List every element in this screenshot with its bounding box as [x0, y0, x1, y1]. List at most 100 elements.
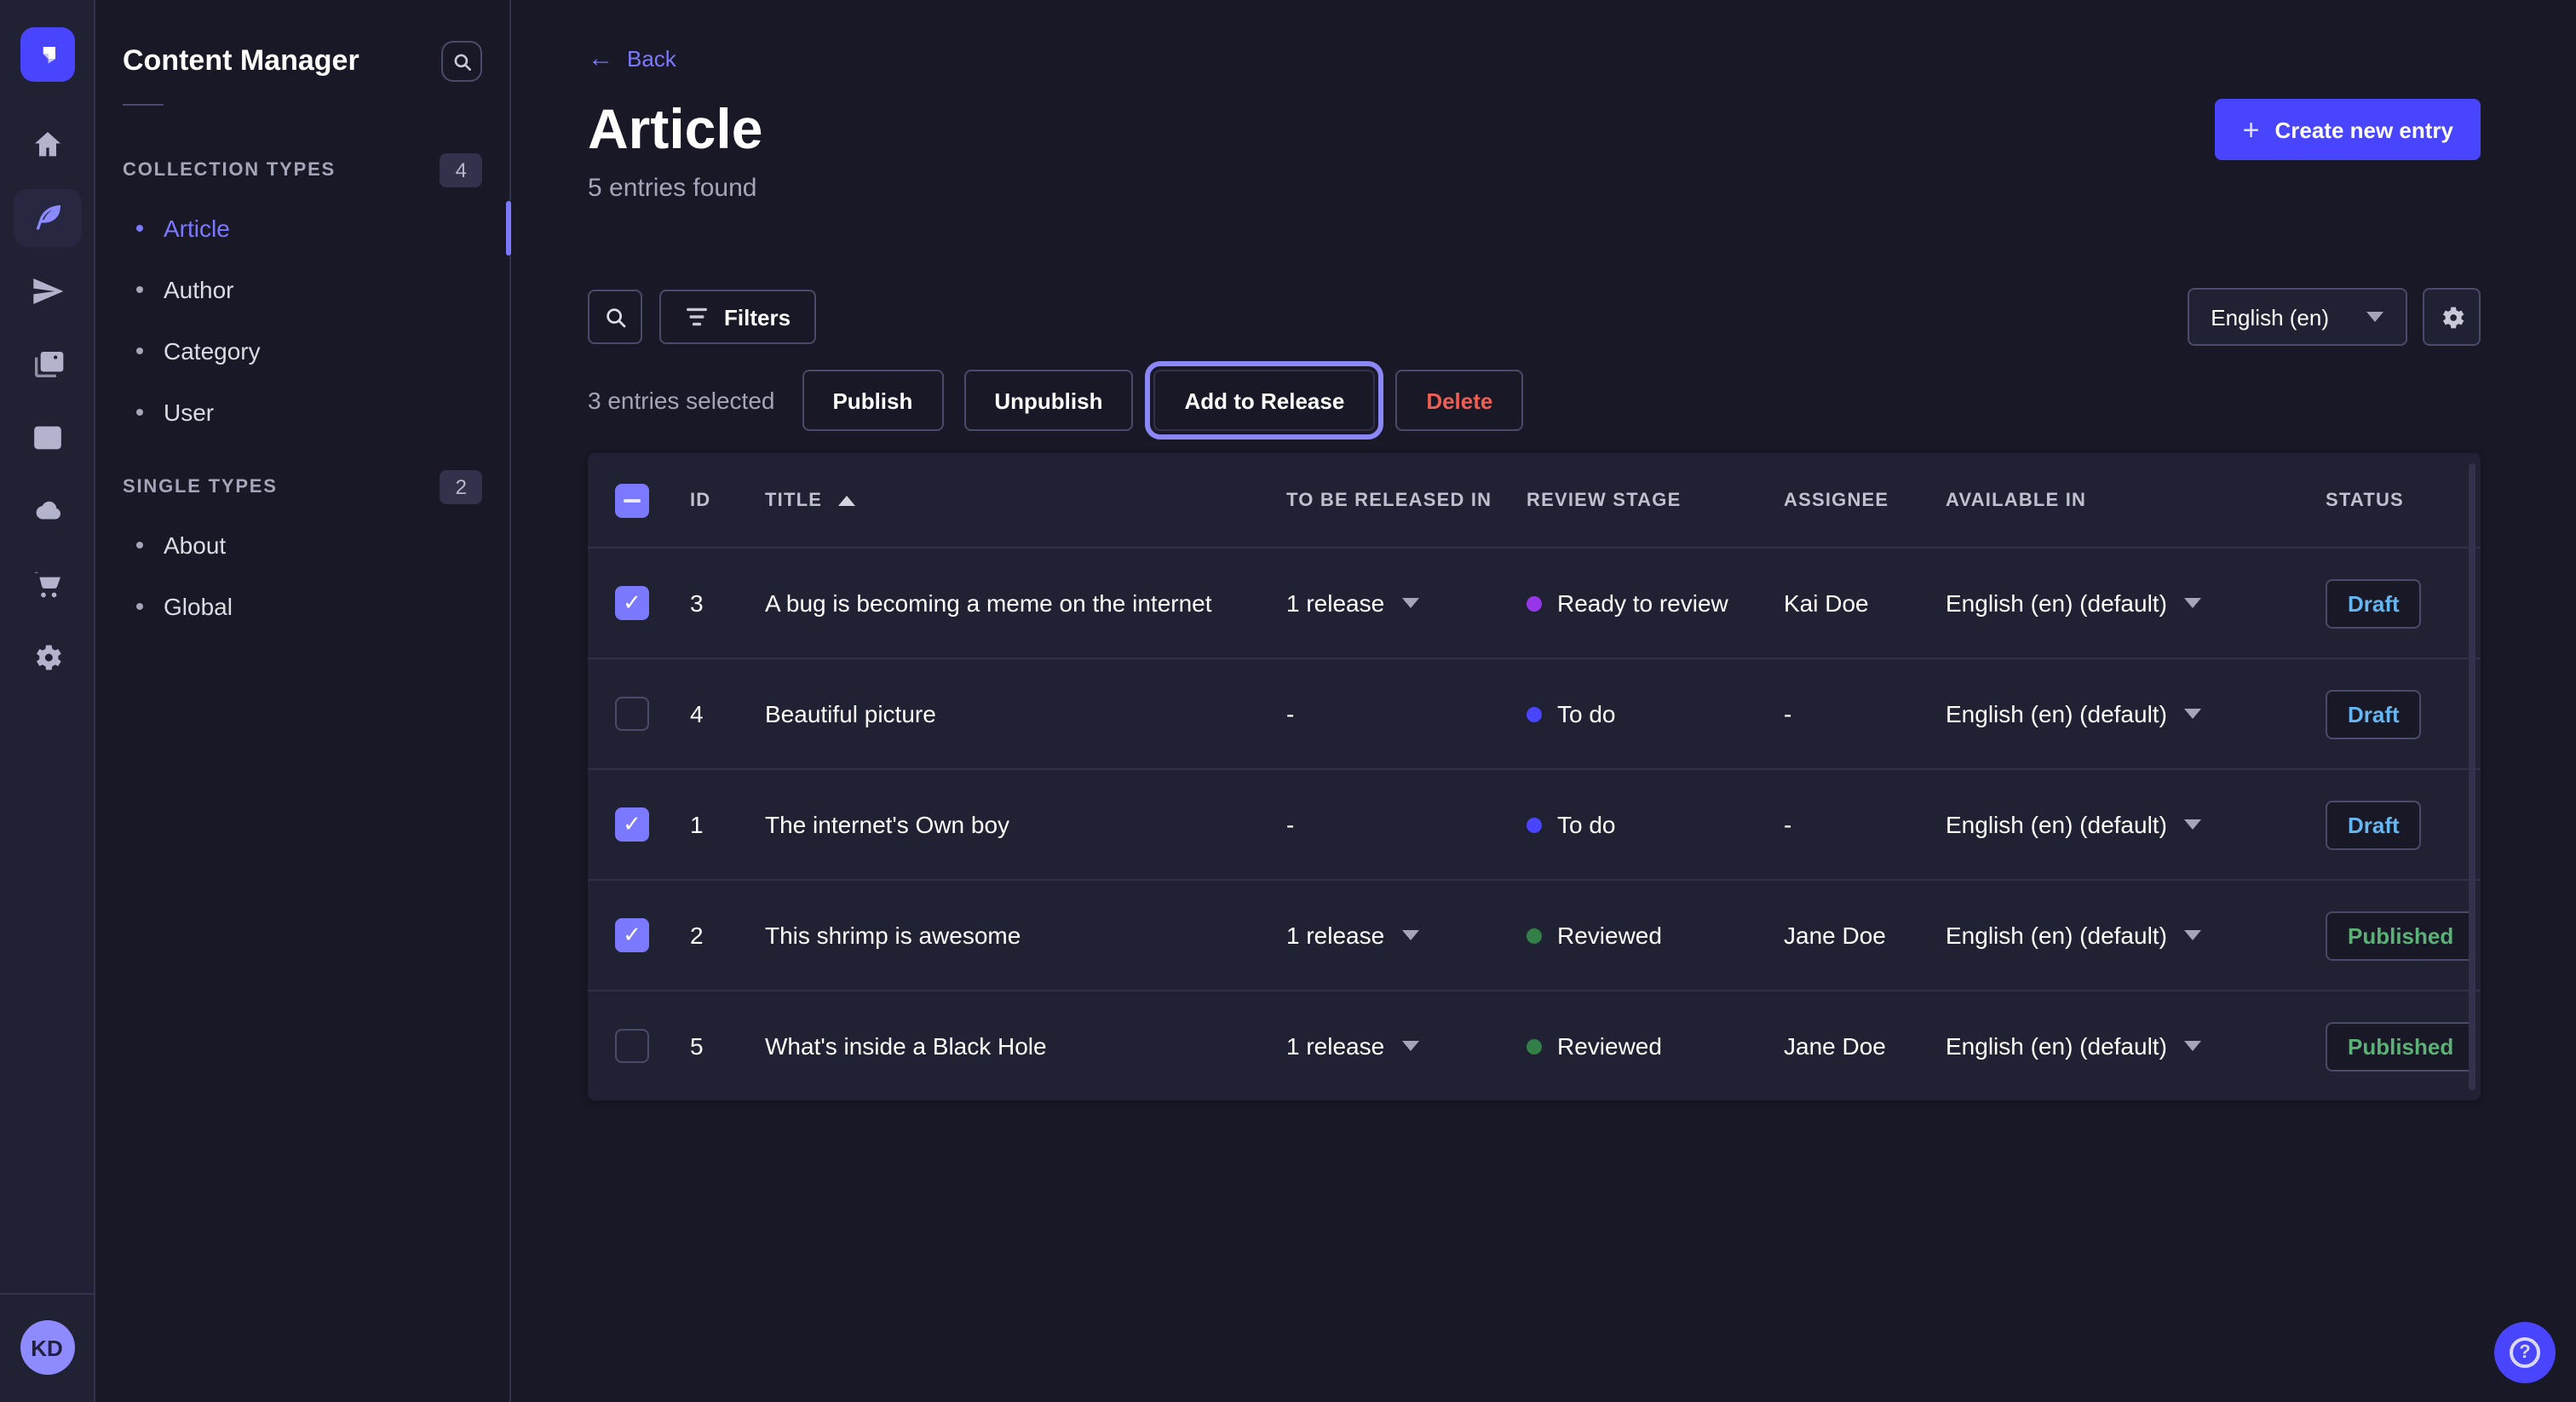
- gear-icon: [2437, 303, 2466, 332]
- search-icon: [451, 50, 473, 72]
- sidebar-marketplace-button[interactable]: [13, 555, 81, 613]
- section-count-badge: 4: [440, 153, 482, 187]
- view-settings-button[interactable]: [2423, 289, 2481, 347]
- table-row[interactable]: 3 A bug is becoming a meme on the intern…: [588, 548, 2481, 658]
- strapi-logo[interactable]: [20, 27, 74, 82]
- cell-released-in: -: [1286, 701, 1527, 728]
- home-icon: [30, 128, 64, 162]
- cell-id: 4: [690, 701, 765, 728]
- row-checkbox[interactable]: [615, 587, 649, 621]
- table-row[interactable]: 4 Beautiful picture - To do - English (e…: [588, 658, 2481, 769]
- filter-icon: [685, 307, 709, 328]
- cell-title: This shrimp is awesome: [765, 922, 1286, 950]
- cell-review-stage: Reviewed: [1527, 1033, 1784, 1060]
- sidebar-item-article[interactable]: Article: [123, 198, 482, 259]
- status-badge: Published: [2326, 911, 2475, 961]
- images-icon: [30, 348, 64, 382]
- entries-table: ID TITLE TO BE RELEASED IN REVIEW STAGE …: [588, 454, 2481, 1101]
- publish-button[interactable]: Publish: [802, 371, 943, 432]
- paper-plane-icon: [30, 274, 64, 308]
- cell-assignee: Jane Doe: [1784, 1033, 1946, 1060]
- locale-select[interactable]: English (en): [2187, 289, 2407, 347]
- sidebar-content-type-builder-button[interactable]: [13, 409, 81, 467]
- chevron-down-icon: [1401, 1042, 1418, 1052]
- cell-title: What's inside a Black Hole: [765, 1033, 1286, 1060]
- stage-dot: [1527, 818, 1542, 833]
- column-header-status: STATUS: [2326, 491, 2481, 511]
- cell-available-in[interactable]: English (en) (default): [1946, 701, 2326, 728]
- table-scrollbar[interactable]: [2469, 464, 2475, 1091]
- user-avatar[interactable]: KD: [20, 1320, 74, 1375]
- chevron-down-icon: [2184, 820, 2201, 830]
- subnav-title: Content Manager: [123, 44, 359, 78]
- column-header-id: ID: [690, 491, 765, 511]
- table-row[interactable]: 1 The internet's Own boy - To do - Engli…: [588, 769, 2481, 880]
- add-to-release-button[interactable]: Add to Release: [1153, 371, 1375, 432]
- sidebar-cloud-button[interactable]: [13, 482, 81, 540]
- sidebar-item-global[interactable]: Global: [123, 576, 482, 637]
- sidebar-deploy-button[interactable]: [13, 262, 81, 320]
- status-badge: Draft: [2326, 801, 2422, 850]
- row-checkbox[interactable]: [615, 1030, 649, 1064]
- sidebar-item-user[interactable]: User: [123, 382, 482, 443]
- cell-released-in[interactable]: 1 release: [1286, 590, 1527, 618]
- collection-types-section: COLLECTION TYPES 4 Article Author Catego…: [123, 153, 482, 443]
- table-row[interactable]: 5 What's inside a Black Hole 1 release R…: [588, 991, 2481, 1101]
- bullet-icon: [136, 542, 143, 549]
- selection-count-text: 3 entries selected: [588, 388, 774, 415]
- bullet-icon: [136, 603, 143, 610]
- delete-button[interactable]: Delete: [1395, 371, 1523, 432]
- stage-dot: [1527, 928, 1542, 944]
- cell-assignee: Jane Doe: [1784, 922, 1946, 950]
- chevron-down-icon: [2184, 710, 2201, 720]
- status-badge: Draft: [2326, 690, 2422, 739]
- sidebar-item-category[interactable]: Category: [123, 320, 482, 382]
- cell-id: 1: [690, 812, 765, 839]
- row-checkbox[interactable]: [615, 808, 649, 842]
- column-header-released-in: TO BE RELEASED IN: [1286, 491, 1527, 511]
- cell-available-in[interactable]: English (en) (default): [1946, 1033, 2326, 1060]
- feather-icon: [30, 201, 64, 235]
- table-row[interactable]: 2 This shrimp is awesome 1 release Revie…: [588, 880, 2481, 991]
- sidebar-home-button[interactable]: [13, 116, 81, 174]
- cell-status: Draft: [2326, 690, 2481, 739]
- subnav-search-button[interactable]: [441, 41, 482, 82]
- sidebar-content-manager-button[interactable]: [13, 189, 81, 247]
- search-button[interactable]: [588, 290, 642, 345]
- sidebar-settings-button[interactable]: [13, 629, 81, 687]
- cell-review-stage: To do: [1527, 812, 1784, 839]
- plus-icon: +: [2243, 115, 2260, 144]
- sidebar-item-author[interactable]: Author: [123, 259, 482, 320]
- strapi-logo-glyph: [32, 39, 62, 70]
- chevron-down-icon: [2184, 599, 2201, 609]
- back-link[interactable]: ← Back: [588, 46, 676, 72]
- row-checkbox[interactable]: [615, 919, 649, 953]
- chevron-down-icon: [2184, 931, 2201, 941]
- cell-review-stage: Reviewed: [1527, 922, 1784, 950]
- bullet-icon: [136, 286, 143, 293]
- cell-released-in[interactable]: 1 release: [1286, 1033, 1527, 1060]
- filters-button[interactable]: Filters: [659, 290, 816, 345]
- cell-released-in[interactable]: 1 release: [1286, 922, 1527, 950]
- cell-available-in[interactable]: English (en) (default): [1946, 812, 2326, 839]
- chevron-down-icon: [2366, 313, 2383, 323]
- column-header-review-stage: REVIEW STAGE: [1527, 491, 1784, 511]
- chevron-down-icon: [2184, 1042, 2201, 1052]
- search-icon: [602, 305, 628, 330]
- bullet-icon: [136, 409, 143, 416]
- help-button[interactable]: ?: [2494, 1322, 2556, 1383]
- column-header-title[interactable]: TITLE: [765, 491, 1286, 511]
- cell-available-in[interactable]: English (en) (default): [1946, 590, 2326, 618]
- cell-status: Draft: [2326, 801, 2481, 850]
- sidebar-media-library-button[interactable]: [13, 336, 81, 394]
- sidebar-item-about[interactable]: About: [123, 514, 482, 576]
- stage-dot: [1527, 707, 1542, 722]
- create-new-entry-button[interactable]: + Create new entry: [2216, 99, 2481, 160]
- cell-available-in[interactable]: English (en) (default): [1946, 922, 2326, 950]
- cell-title: The internet's Own boy: [765, 812, 1286, 839]
- select-all-checkbox[interactable]: [615, 484, 649, 518]
- cell-id: 3: [690, 590, 765, 618]
- row-checkbox[interactable]: [615, 698, 649, 732]
- unpublish-button[interactable]: Unpublish: [963, 371, 1133, 432]
- question-mark-icon: ?: [2510, 1337, 2540, 1368]
